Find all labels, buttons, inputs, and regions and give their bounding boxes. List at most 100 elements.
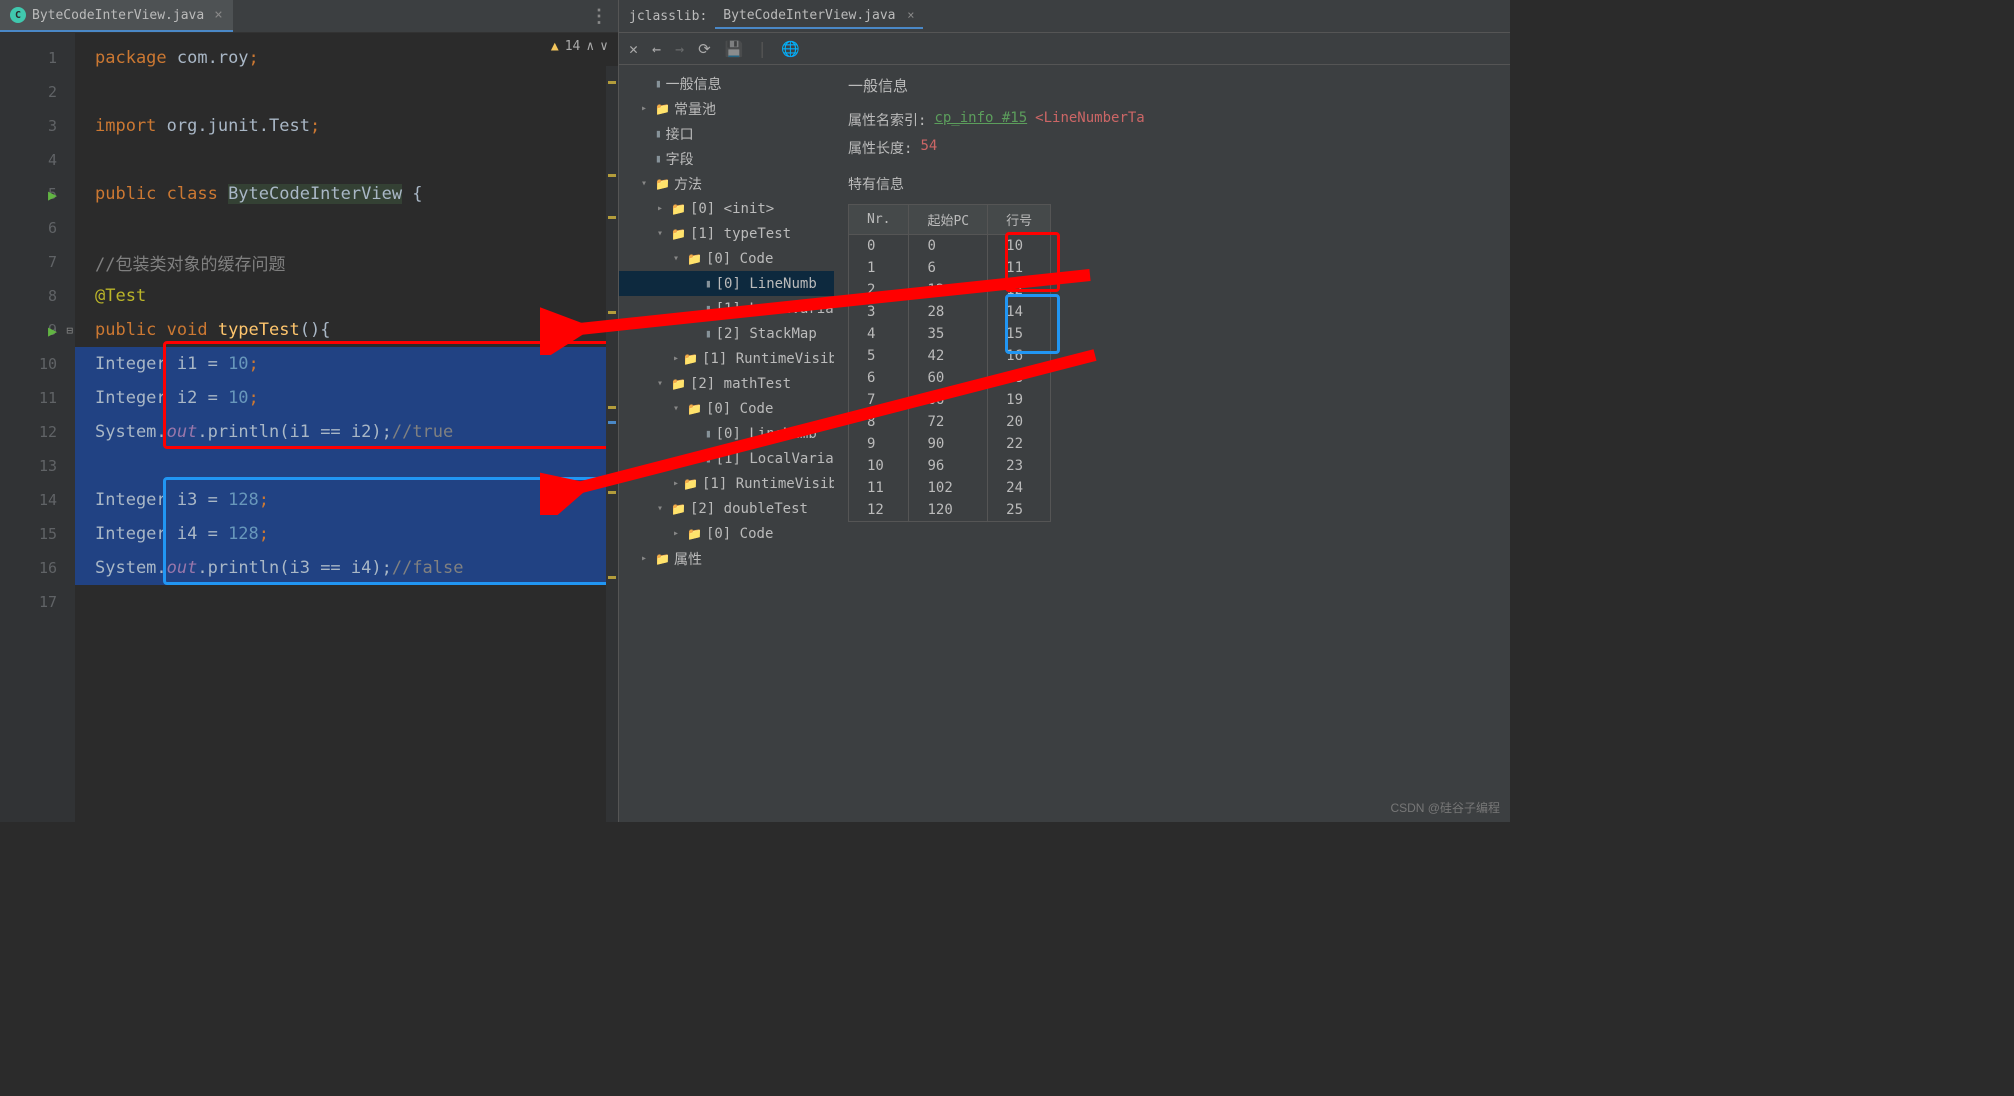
gutter-line[interactable]: 5▶ bbox=[0, 177, 75, 211]
chevron-icon[interactable]: ▾ bbox=[673, 253, 683, 264]
table-row[interactable]: 87220 bbox=[849, 411, 1051, 433]
gutter-line[interactable]: 9▶⊟ bbox=[0, 313, 75, 347]
back-icon[interactable]: ← bbox=[652, 40, 661, 58]
tree-item[interactable]: ▸📁常量池 bbox=[619, 96, 834, 121]
chevron-icon[interactable]: ▸ bbox=[657, 203, 667, 214]
tree-item[interactable]: ▸📁属性 bbox=[619, 546, 834, 571]
next-arrow-icon[interactable]: ∨ bbox=[600, 39, 608, 54]
import-path: org.junit.Test bbox=[156, 116, 310, 136]
tree-item[interactable]: ▮一般信息 bbox=[619, 71, 834, 96]
chevron-icon[interactable]: ▾ bbox=[641, 178, 651, 189]
table-row[interactable]: 21212 bbox=[849, 279, 1051, 301]
close-icon[interactable]: × bbox=[214, 7, 222, 23]
table-row[interactable]: 99022 bbox=[849, 433, 1051, 455]
table-cell: 24 bbox=[988, 477, 1051, 499]
table-row[interactable]: 0010 bbox=[849, 235, 1051, 258]
file-icon: ▮ bbox=[705, 327, 712, 340]
table-row[interactable]: 1110224 bbox=[849, 477, 1051, 499]
folder-icon: 📁 bbox=[671, 227, 686, 241]
right-header: jclasslib: ByteCodeInterView.java × bbox=[619, 0, 1510, 33]
gutter-line[interactable]: 8 bbox=[0, 279, 75, 313]
run-gutter-icon[interactable]: ▶ bbox=[48, 186, 64, 202]
tree-item[interactable]: ▮[0] LineNumb bbox=[619, 421, 834, 446]
tree-item[interactable]: ▮[1] LocalVaria bbox=[619, 296, 834, 321]
table-row[interactable]: 109623 bbox=[849, 455, 1051, 477]
file-icon: ▮ bbox=[705, 277, 712, 290]
tree-item[interactable]: ▾📁[0] Code bbox=[619, 246, 834, 271]
table-row[interactable]: 1212025 bbox=[849, 499, 1051, 522]
table-cell: 3 bbox=[849, 301, 909, 323]
code-area[interactable]: ▲ 14 ∧ ∨ package com.roy; import org.jun… bbox=[75, 33, 618, 822]
chevron-icon[interactable]: ▸ bbox=[641, 103, 651, 114]
table-row[interactable]: 54216 bbox=[849, 345, 1051, 367]
attr-name-link[interactable]: cp_info #15 bbox=[934, 110, 1027, 130]
tree-item[interactable]: ▸📁[1] RuntimeVisib bbox=[619, 471, 834, 496]
table-header[interactable]: Nr. bbox=[849, 205, 909, 235]
keyword: public void bbox=[95, 320, 218, 340]
right-tab[interactable]: ByteCodeInterView.java × bbox=[715, 4, 922, 29]
table-row[interactable]: 1611 bbox=[849, 257, 1051, 279]
fold-icon[interactable]: ⊟ bbox=[66, 324, 73, 337]
tree-item[interactable]: ▾📁[2] doubleTest bbox=[619, 496, 834, 521]
chevron-icon[interactable]: ▸ bbox=[673, 528, 683, 539]
close-icon[interactable]: ✕ bbox=[629, 40, 638, 58]
inspection-badge[interactable]: ▲ 14 ∧ ∨ bbox=[551, 39, 608, 54]
table-header[interactable]: 起始PC bbox=[909, 205, 988, 235]
gutter-line[interactable]: 7 bbox=[0, 245, 75, 279]
chevron-icon[interactable]: ▸ bbox=[673, 353, 679, 364]
tab-label: ByteCodeInterView.java bbox=[32, 8, 204, 23]
gutter-line[interactable]: 2 bbox=[0, 75, 75, 109]
table-row[interactable]: 76619 bbox=[849, 389, 1051, 411]
forward-icon[interactable]: → bbox=[675, 40, 684, 58]
chevron-icon[interactable]: ▾ bbox=[657, 228, 667, 239]
tree-item[interactable]: ▸📁[0] Code bbox=[619, 521, 834, 546]
editor-tab[interactable]: C ByteCodeInterView.java × bbox=[0, 0, 233, 32]
close-icon[interactable]: × bbox=[907, 8, 914, 22]
gutter-line[interactable]: 12 bbox=[0, 415, 75, 449]
gutter-line[interactable]: 10 bbox=[0, 347, 75, 381]
chevron-icon[interactable]: ▾ bbox=[657, 503, 667, 514]
gutter-line[interactable]: 6 bbox=[0, 211, 75, 245]
chevron-icon[interactable]: ▾ bbox=[657, 378, 667, 389]
gutter-line[interactable]: 14 bbox=[0, 483, 75, 517]
gutter-line[interactable]: 15 bbox=[0, 517, 75, 551]
tree-item[interactable]: ▾📁[0] Code bbox=[619, 396, 834, 421]
tab-menu-icon[interactable]: ⋮ bbox=[580, 6, 618, 27]
tree-panel[interactable]: ▮一般信息▸📁常量池▮接口▮字段▾📁方法▸📁[0] <init>▾📁[1] ty… bbox=[619, 65, 834, 822]
gutter-line[interactable]: 13 bbox=[0, 449, 75, 483]
tree-item[interactable]: ▾📁方法 bbox=[619, 171, 834, 196]
table-row[interactable]: 66018 bbox=[849, 367, 1051, 389]
gutter-line[interactable]: 1 bbox=[0, 41, 75, 75]
tree-item[interactable]: ▾📁[1] typeTest bbox=[619, 221, 834, 246]
tree-item[interactable]: ▮[1] LocalVaria bbox=[619, 446, 834, 471]
gutter-line[interactable]: 11 bbox=[0, 381, 75, 415]
line-number-table[interactable]: Nr.起始PC行号0010161121212328144351554216660… bbox=[848, 204, 1051, 522]
table-header[interactable]: 行号 bbox=[988, 205, 1051, 235]
tree-item[interactable]: ▮[2] StackMap bbox=[619, 321, 834, 346]
save-icon[interactable]: 💾 bbox=[725, 40, 744, 58]
refresh-icon[interactable]: ⟳ bbox=[698, 40, 711, 58]
number: 128 bbox=[228, 490, 259, 510]
tree-item[interactable]: ▾📁[2] mathTest bbox=[619, 371, 834, 396]
prev-arrow-icon[interactable]: ∧ bbox=[586, 39, 594, 54]
gutter-line[interactable]: 16💡 bbox=[0, 551, 75, 585]
run-gutter-icon[interactable]: ▶ bbox=[48, 322, 64, 338]
semi: ; bbox=[310, 116, 320, 136]
chevron-icon[interactable]: ▸ bbox=[673, 478, 679, 489]
gutter-line[interactable]: 4 bbox=[0, 143, 75, 177]
tree-item[interactable]: ▸📁[1] RuntimeVisib bbox=[619, 346, 834, 371]
chevron-icon[interactable]: ▸ bbox=[641, 553, 651, 564]
tree-label: [1] LocalVaria bbox=[716, 301, 834, 317]
tree-item[interactable]: ▮字段 bbox=[619, 146, 834, 171]
table-row[interactable]: 32814 bbox=[849, 301, 1051, 323]
tree-item[interactable]: ▸📁[0] <init> bbox=[619, 196, 834, 221]
gutter-line[interactable]: 17 bbox=[0, 585, 75, 619]
tree-item[interactable]: ▮[0] LineNumb bbox=[619, 271, 834, 296]
chevron-icon[interactable]: ▾ bbox=[673, 403, 683, 414]
tree-item[interactable]: ▮接口 bbox=[619, 121, 834, 146]
gutter-line[interactable]: 3 bbox=[0, 109, 75, 143]
table-row[interactable]: 43515 bbox=[849, 323, 1051, 345]
paren: (){ bbox=[300, 320, 331, 340]
globe-icon[interactable]: 🌐 bbox=[781, 40, 800, 58]
folder-icon: 📁 bbox=[655, 177, 670, 191]
